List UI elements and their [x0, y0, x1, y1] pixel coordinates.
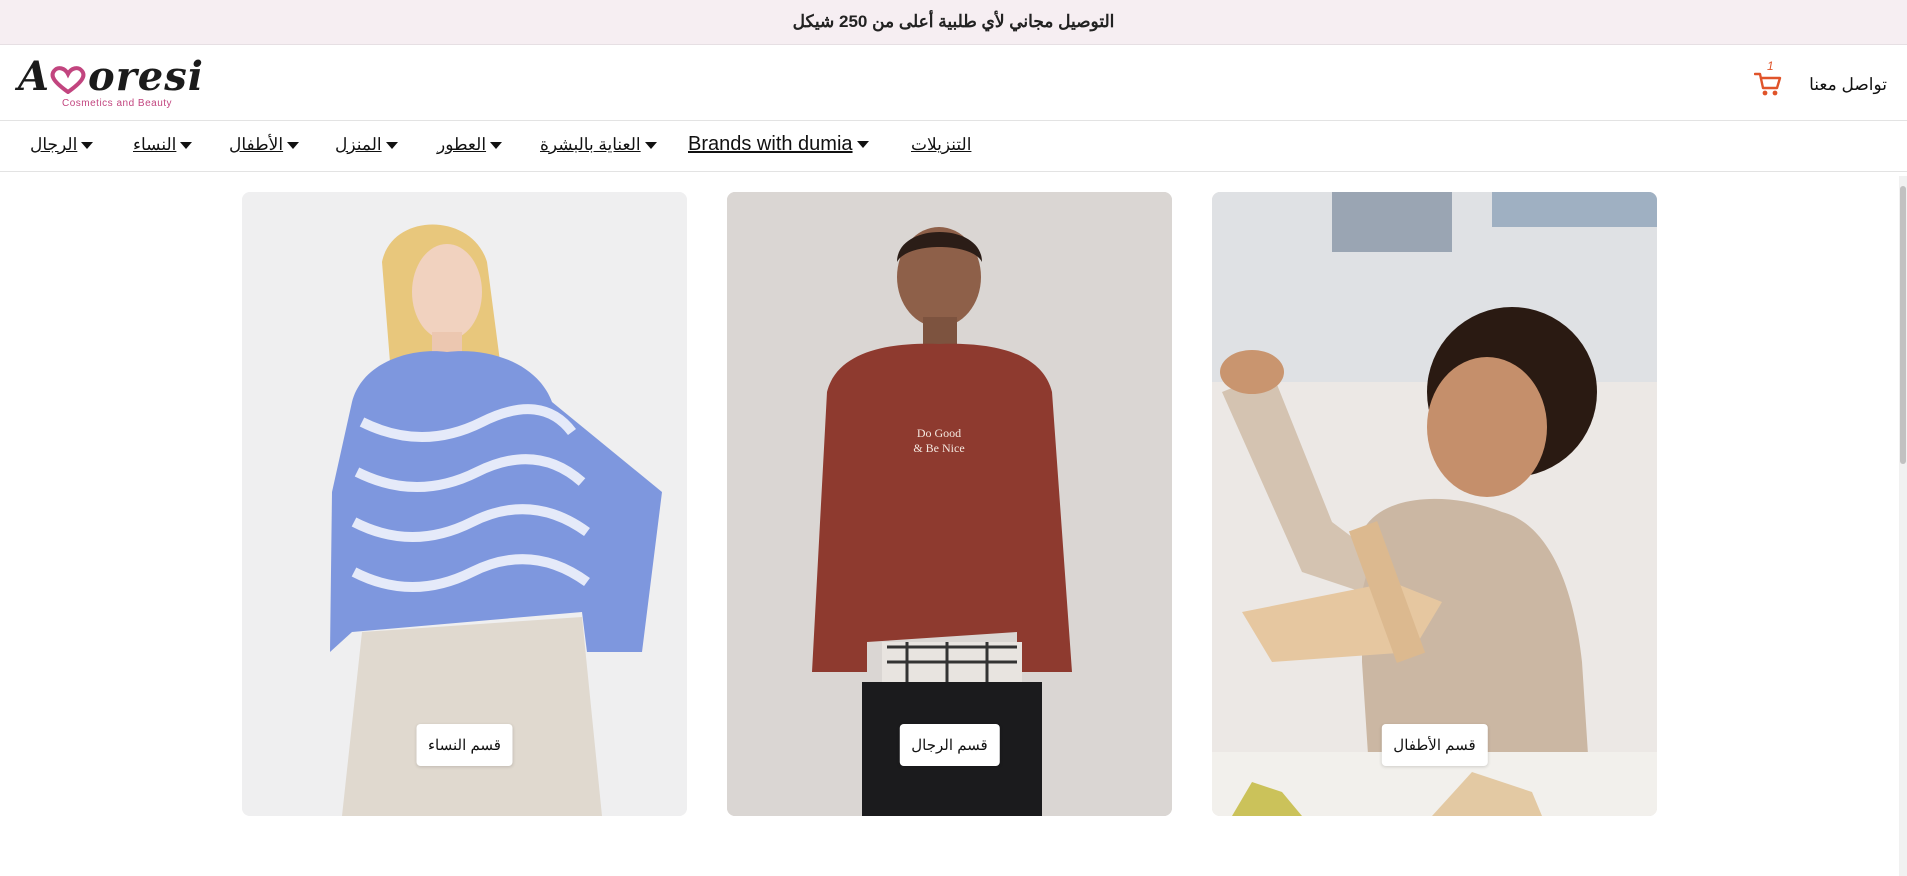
caret-down-icon	[385, 141, 398, 149]
caret-down-icon	[287, 141, 300, 149]
category-card-men[interactable]: Do Good & Be Nice قسم الرجال	[727, 192, 1172, 816]
svg-text:& Be Nice: & Be Nice	[913, 441, 964, 455]
women-section-button[interactable]: قسم النساء	[416, 724, 513, 766]
kids-section-button[interactable]: قسم الأطفال	[1381, 724, 1488, 766]
nav-label: العناية بالبشرة	[540, 135, 641, 154]
site-header: Aoresi Cosmetics and Beauty 1 تواصل معنا	[0, 45, 1907, 121]
caret-down-icon	[81, 141, 94, 149]
svg-text:Do Good: Do Good	[917, 426, 961, 440]
nav-label: الأطفال	[229, 135, 284, 154]
page-scrollbar[interactable]	[1899, 176, 1907, 876]
logo-wordmark: Aoresi	[18, 53, 204, 100]
contact-us-link[interactable]: تواصل معنا	[1809, 75, 1887, 95]
caret-down-icon	[180, 141, 193, 149]
site-logo[interactable]: Aoresi Cosmetics and Beauty	[18, 53, 223, 113]
nav-label: العطور	[437, 135, 487, 154]
cart-icon	[1754, 72, 1782, 96]
caret-down-icon	[856, 141, 869, 148]
nav-item-brands[interactable]: Brands with dumia	[688, 133, 869, 156]
nav-item-home[interactable]: المنزل	[335, 135, 398, 155]
heart-icon	[50, 66, 86, 94]
category-card-women[interactable]: قسم النساء	[242, 192, 687, 816]
nav-item-perfumes[interactable]: العطور	[437, 135, 503, 155]
nav-item-women[interactable]: النساء	[133, 135, 193, 155]
nav-label: الرجال	[30, 135, 78, 154]
announcement-text: التوصيل مجاني لأي طلبية أعلى من 250 شيكل	[792, 12, 1115, 31]
category-card-kids[interactable]: قسم الأطفال	[1212, 192, 1657, 816]
nav-label: المنزل	[335, 135, 382, 154]
scrollbar-thumb[interactable]	[1900, 186, 1906, 464]
child-photo	[1212, 192, 1657, 816]
men-section-button[interactable]: قسم الرجال	[899, 724, 1000, 766]
main-nav: الرجال النساء الأطفال المنزل العطور العن…	[0, 121, 1907, 172]
nav-label: Brands with dumia	[688, 133, 853, 155]
logo-tagline: Cosmetics and Beauty	[62, 98, 173, 109]
nav-item-sale[interactable]: التنزيلات	[911, 135, 971, 155]
nav-item-kids[interactable]: الأطفال	[229, 135, 300, 155]
nav-item-skincare[interactable]: العناية بالبشرة	[540, 135, 657, 155]
nav-label: التنزيلات	[911, 135, 972, 154]
caret-down-icon	[490, 141, 503, 149]
nav-label: النساء	[133, 135, 177, 154]
nav-item-men[interactable]: الرجال	[30, 135, 94, 155]
cart-button[interactable]: 1	[1752, 59, 1786, 99]
caret-down-icon	[644, 141, 657, 149]
announcement-bar: التوصيل مجاني لأي طلبية أعلى من 250 شيكل	[0, 0, 1907, 45]
man-photo: Do Good & Be Nice	[727, 192, 1172, 816]
woman-photo	[242, 192, 687, 816]
